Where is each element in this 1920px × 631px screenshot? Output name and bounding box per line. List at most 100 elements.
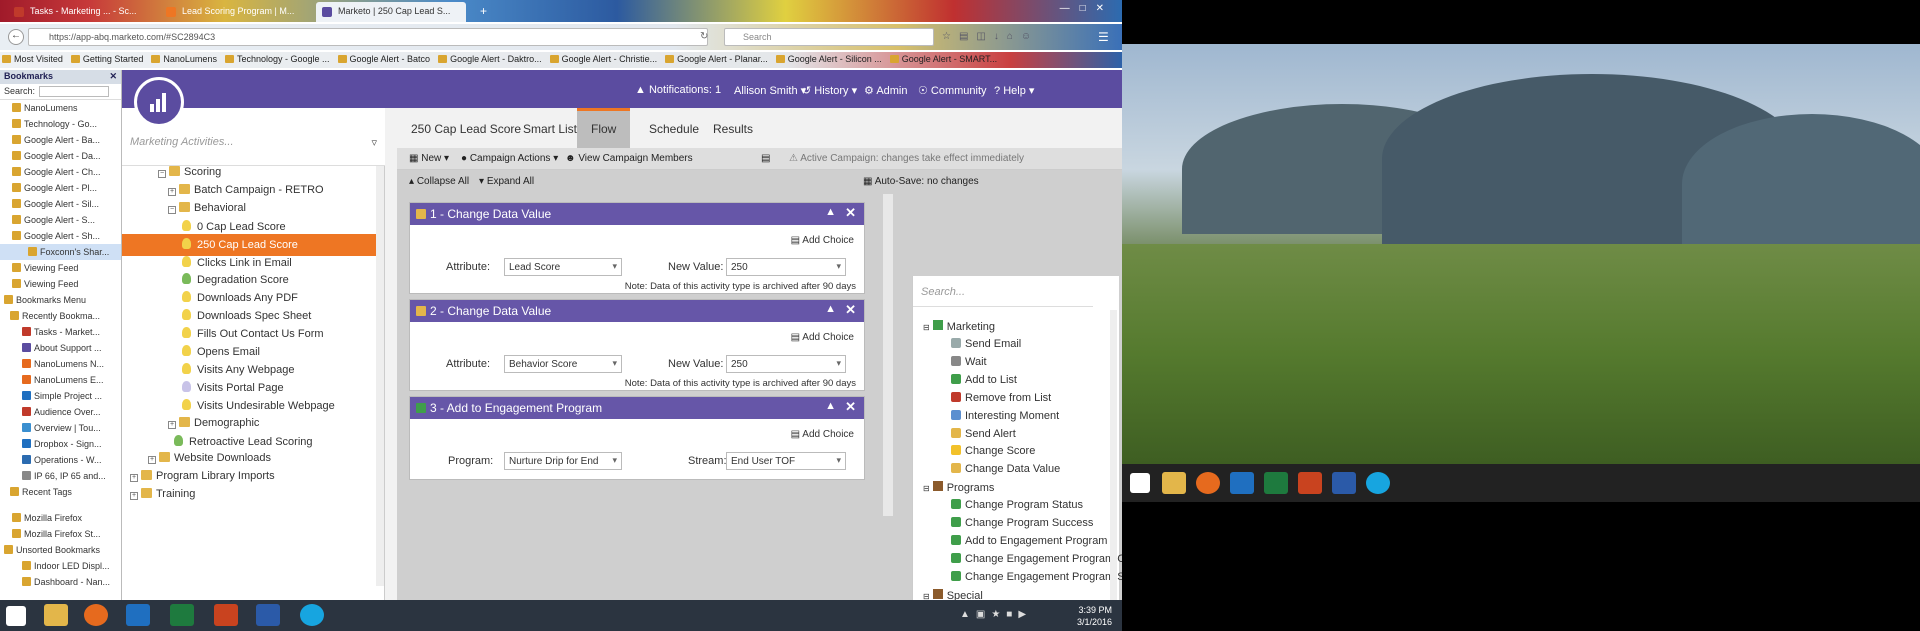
palette-search-input[interactable]: Search...: [921, 286, 965, 298]
bookmark-item[interactable]: Technology - Google ...: [223, 52, 336, 64]
tab-flow[interactable]: Flow: [577, 108, 631, 148]
expand-toggle-icon[interactable]: +: [130, 474, 138, 483]
palette-item[interactable]: Remove from List: [951, 391, 1051, 404]
sidebar-item[interactable]: Recently Bookma...: [0, 308, 121, 324]
sidebar-item[interactable]: Overview | Tou...: [0, 420, 121, 436]
field-select[interactable]: Behavior Score: [504, 355, 622, 373]
firefox-icon[interactable]: [1196, 472, 1220, 494]
sidebar-item[interactable]: Mozilla Firefox St...: [0, 526, 121, 542]
sidebar-search[interactable]: Search:: [0, 84, 121, 100]
file-explorer-icon[interactable]: [44, 604, 68, 626]
powerpoint-icon[interactable]: [1298, 472, 1322, 494]
bookmark-item[interactable]: Most Visited: [0, 52, 69, 64]
sidebar-item[interactable]: Bookmarks Menu: [0, 292, 121, 308]
add-choice-button[interactable]: ▤ Add Choice: [791, 332, 854, 343]
community-link[interactable]: ☉ Community: [918, 84, 987, 97]
bookmark-item[interactable]: Google Alert - Christie...: [548, 52, 664, 64]
layout-icon[interactable]: ▤: [761, 153, 770, 164]
palette-item[interactable]: Send Alert: [951, 427, 1016, 440]
sidebar-item[interactable]: Audience Over...: [0, 404, 121, 420]
bookmark-item[interactable]: Google Alert - Daktro...: [436, 52, 548, 64]
view-members-button[interactable]: ☻ View Campaign Members: [565, 153, 693, 164]
palette-item[interactable]: Change Program Status: [951, 499, 1083, 511]
palette-group[interactable]: ⊟ Special: [923, 588, 983, 600]
tree-item[interactable]: + Training: [122, 484, 376, 506]
menu-icon[interactable]: ☰: [1098, 30, 1109, 44]
move-up-icon[interactable]: ▲: [825, 303, 836, 315]
field-select[interactable]: Nurture Drip for End: [504, 452, 622, 470]
sidebar-item[interactable]: Mozilla Firefox: [0, 510, 121, 526]
field-select[interactable]: Lead Score: [504, 258, 622, 276]
flow-step-header[interactable]: 1 - Change Data Value ▲ ✕: [410, 203, 864, 225]
outlook-icon[interactable]: [1230, 472, 1254, 494]
filter-icon[interactable]: ▿: [371, 136, 377, 149]
word-icon[interactable]: [256, 604, 280, 626]
sidebar-item[interactable]: Google Alert - S...: [0, 212, 121, 228]
file-explorer-icon[interactable]: [1162, 472, 1186, 494]
canvas-scrollbar[interactable]: [883, 194, 893, 516]
sidebar-item[interactable]: Viewing Feed: [0, 276, 121, 292]
word-icon[interactable]: [1332, 472, 1356, 494]
skype-icon[interactable]: [1366, 472, 1390, 494]
admin-link[interactable]: ⚙ Admin: [864, 84, 908, 97]
collapse-toggle-icon[interactable]: ⊟: [923, 323, 930, 332]
firefox-icon[interactable]: [84, 604, 108, 626]
search-input[interactable]: Search: [724, 28, 934, 46]
sidebar-item[interactable]: Viewing Feed: [0, 260, 121, 276]
sidebar-item[interactable]: NanoLumens: [0, 100, 121, 116]
expand-toggle-icon[interactable]: −: [158, 170, 166, 178]
expand-all-button[interactable]: ▾ Expand All: [479, 176, 534, 187]
delete-step-icon[interactable]: ✕: [845, 399, 856, 415]
palette-item[interactable]: Add to List: [951, 373, 1017, 386]
flow-step[interactable]: 3 - Add to Engagement Program ▲ ✕ ▤ Add Cho…: [409, 396, 865, 480]
sidebar-item[interactable]: Operations - W...: [0, 452, 121, 468]
collapse-all-button[interactable]: ▴ Collapse All: [409, 176, 469, 187]
skype-icon[interactable]: [300, 604, 324, 626]
value-select[interactable]: 250: [726, 258, 846, 276]
expand-toggle-icon[interactable]: −: [168, 205, 176, 214]
palette-item[interactable]: Wait: [951, 355, 987, 368]
move-up-icon[interactable]: ▲: [825, 400, 836, 412]
sidebar-item[interactable]: Recent Tags: [0, 484, 121, 500]
new-tab-button[interactable]: +: [474, 0, 495, 20]
palette-group[interactable]: ⊟ Programs: [923, 481, 994, 494]
move-up-icon[interactable]: ▲: [825, 206, 836, 218]
new-button[interactable]: ▦ New ▾: [409, 153, 449, 164]
sidebar-item[interactable]: Indoor LED Displ...: [0, 558, 121, 574]
flow-step-header[interactable]: 2 - Change Data Value ▲ ✕: [410, 300, 864, 322]
sidebar-item[interactable]: Google Alert - Ch...: [0, 164, 121, 180]
system-tray-icons[interactable]: ▲▣★■▶: [960, 609, 1032, 620]
tree-scrollbar[interactable]: [376, 166, 384, 586]
toolbar-icons[interactable]: ☆▤◫↓⌂☺: [942, 31, 1039, 42]
sidebar-item[interactable]: Google Alert - Sil...: [0, 196, 121, 212]
palette-group[interactable]: ⊟ Marketing: [923, 320, 995, 333]
back-button[interactable]: ←: [8, 29, 24, 45]
expand-toggle-icon[interactable]: +: [168, 420, 176, 429]
close-icon[interactable]: ✕: [109, 71, 117, 82]
user-menu[interactable]: Allison Smith ▾: [734, 84, 806, 97]
palette-item[interactable]: Interesting Moment: [951, 409, 1059, 422]
sidebar-item[interactable]: Google Alert - Da...: [0, 148, 121, 164]
palette-item[interactable]: Change Program Success: [951, 517, 1093, 529]
palette-item[interactable]: Add to Engagement Program: [951, 535, 1107, 547]
sidebar-search-input[interactable]: [39, 86, 110, 98]
windows-start-icon[interactable]: [6, 606, 26, 626]
marketo-logo[interactable]: [134, 77, 184, 127]
help-menu[interactable]: ? Help ▾: [994, 84, 1034, 97]
browser-tab-tasks[interactable]: Tasks - Marketing ... - Sc...: [8, 2, 158, 22]
excel-icon[interactable]: [170, 604, 194, 626]
excel-icon[interactable]: [1264, 472, 1288, 494]
system-clock[interactable]: 3:39 PM 3/1/2016: [1077, 604, 1112, 628]
bookmark-item[interactable]: Google Alert - SMART...: [888, 52, 1003, 64]
sidebar-item[interactable]: Technology - Go...: [0, 116, 121, 132]
add-choice-button[interactable]: ▤ Add Choice: [791, 235, 854, 246]
delete-step-icon[interactable]: ✕: [845, 205, 856, 221]
palette-item[interactable]: Change Score: [951, 445, 1035, 457]
sidebar-item[interactable]: NanoLumens N...: [0, 356, 121, 372]
flow-step[interactable]: 1 - Change Data Value ▲ ✕ ▤ Add Choice Attri…: [409, 202, 865, 294]
palette-item[interactable]: Change Data Value: [951, 463, 1060, 475]
bookmark-item[interactable]: NanoLumens: [149, 52, 223, 64]
url-bar[interactable]: https://app-abq.marketo.com/#SC2894C3: [28, 28, 708, 46]
bookmark-item[interactable]: Google Alert - Silicon ...: [774, 52, 888, 64]
expand-toggle-icon[interactable]: +: [130, 492, 138, 501]
